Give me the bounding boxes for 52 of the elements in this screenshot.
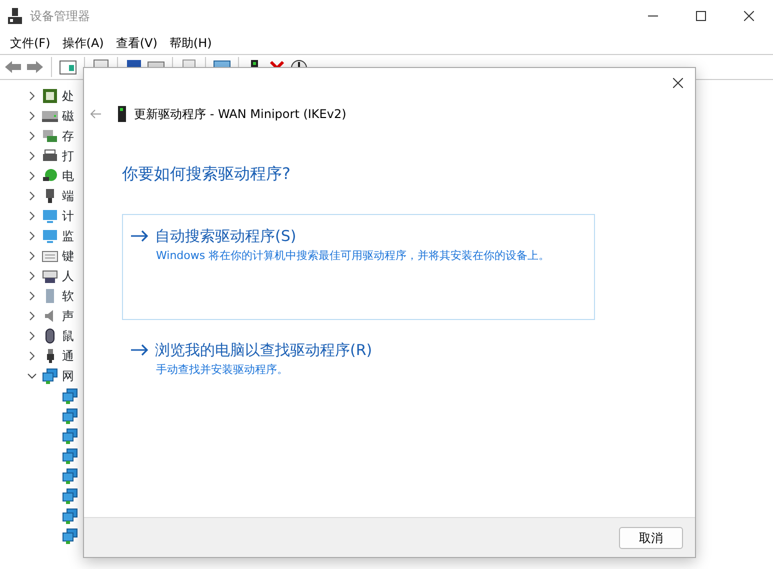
network-icon — [42, 368, 58, 384]
arrow-icon — [131, 344, 149, 356]
network-icon[interactable] — [62, 448, 78, 464]
monitor-icon — [42, 228, 58, 244]
storage-icon — [42, 128, 58, 144]
monitor-icon — [42, 208, 58, 224]
menu-item[interactable]: 查看(V) — [110, 34, 164, 52]
tree-item-label[interactable]: 电 — [62, 167, 74, 185]
cancel-button[interactable]: 取消 — [619, 526, 683, 548]
network-icon[interactable] — [62, 528, 78, 544]
back-button[interactable] — [90, 109, 102, 119]
back-icon — [90, 109, 102, 119]
tree-item-label[interactable]: 人 — [62, 267, 74, 285]
close-icon — [744, 11, 754, 21]
tree-item-label[interactable]: 磁 — [62, 107, 74, 125]
dialog-title: 更新驱动程序 - WAN Miniport (IKEv2) — [134, 106, 346, 123]
processor-icon — [42, 88, 58, 104]
tree-item-label[interactable]: 打 — [62, 147, 74, 165]
maximize-icon — [696, 11, 706, 21]
arrow-icon — [131, 230, 149, 242]
properties-icon[interactable] — [59, 58, 77, 76]
network-icon[interactable] — [62, 488, 78, 504]
network-icon[interactable] — [62, 468, 78, 484]
tree-item-label[interactable]: 键 — [62, 247, 74, 265]
network-icon[interactable] — [62, 408, 78, 424]
tree-item-label[interactable]: 声 — [62, 307, 74, 325]
tree-item-label[interactable]: 存 — [62, 127, 74, 145]
option-button[interactable]: 浏览我的电脑以查找驱动程序(R) 手动查找并安装驱动程序。 — [122, 328, 595, 389]
forward-icon[interactable] — [26, 58, 44, 76]
question-heading: 你要如何搜索驱动程序? — [122, 163, 292, 185]
tree-item-label[interactable]: 处 — [62, 87, 74, 105]
menu-item[interactable]: 操作(A) — [56, 34, 110, 52]
network-icon[interactable] — [62, 388, 78, 404]
device-icon — [118, 106, 126, 122]
printer-icon — [42, 148, 58, 164]
window-title: 设备管理器 — [30, 8, 90, 25]
tree-item-label[interactable]: 软 — [62, 287, 74, 305]
option-button[interactable]: 自动搜索驱动程序(S) Windows 将在你的计算机中搜索最佳可用驱动程序，并将其安装在你的设备上。 — [122, 214, 595, 320]
menu-item[interactable]: 文件(F) — [4, 34, 56, 52]
tree-item-label[interactable]: 监 — [62, 227, 74, 245]
tree-item-label[interactable]: 通 — [62, 347, 74, 365]
network-icon[interactable] — [62, 508, 78, 524]
tree-item-label[interactable]: 计 — [62, 207, 74, 225]
back-icon[interactable] — [4, 58, 22, 76]
tree-item-label[interactable]: 端 — [62, 187, 74, 205]
network-icon[interactable] — [62, 428, 78, 444]
tree-item-label[interactable]: 鼠 — [62, 327, 74, 345]
menu-item[interactable]: 帮助(H) — [163, 34, 218, 52]
tree-item-label[interactable]: 网 — [62, 367, 74, 385]
disk-drive-icon — [42, 108, 58, 124]
device-icon — [8, 8, 22, 24]
close-icon — [673, 78, 683, 88]
